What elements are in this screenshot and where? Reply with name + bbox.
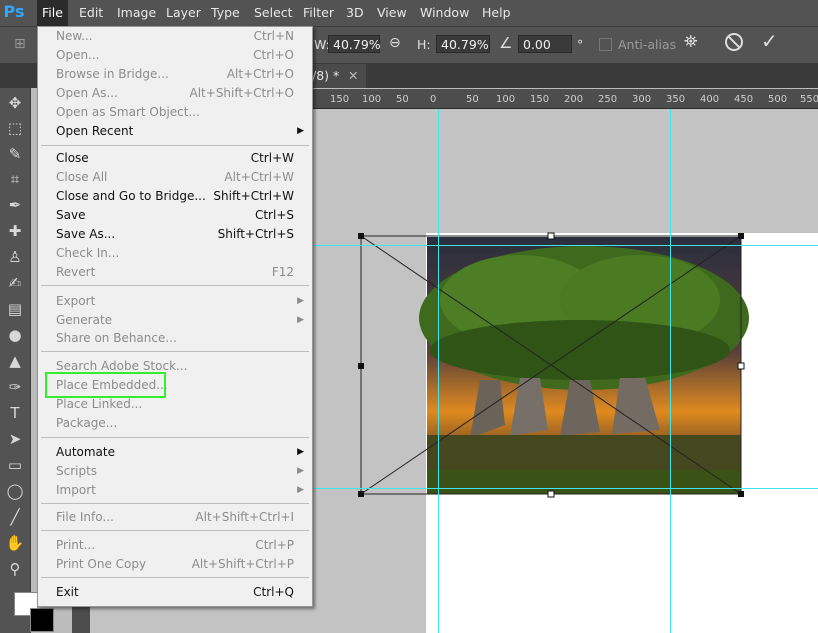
menu-item-shortcut: Shift+Ctrl+S (217, 227, 294, 241)
menu-item-close-all[interactable]: Close All Alt+Ctrl+W (38, 168, 312, 187)
menu-item-share-on-behance[interactable]: Share on Behance... (38, 329, 312, 348)
file-menu-dropdown: New... Ctrl+N Open... Ctrl+O Browse in Bri… (37, 26, 313, 607)
menu-item-shortcut: Shift+Ctrl+W (213, 189, 294, 203)
menu-item-label: Generate (56, 313, 113, 327)
menu-item-shortcut: Ctrl+S (254, 208, 294, 222)
menu-item-close-and-go-to-bridge[interactable]: Close and Go to Bridge... Shift+Ctrl+W (38, 187, 312, 206)
menu-item-revert[interactable]: Revert F12 (38, 263, 312, 282)
menu-separator (41, 577, 309, 578)
menu-item-browse-in-bridge[interactable]: Browse in Bridge... Alt+Ctrl+O (38, 65, 312, 84)
menu-item-shortcut: Ctrl+Q (253, 585, 294, 599)
menu-item-check-in[interactable]: Check In... (38, 244, 312, 263)
menu-item-label: Share on Behance... (56, 331, 177, 345)
menu-item-label: Open... (56, 48, 100, 62)
menu-item-label: File Info... (56, 510, 114, 524)
menu-item-shortcut: Alt+Shift+Ctrl+O (189, 86, 294, 100)
menu-item-open-as[interactable]: Open As... Alt+Shift+Ctrl+O (38, 84, 312, 103)
menu-separator (41, 351, 309, 352)
menu-item-open[interactable]: Open... Ctrl+O (38, 46, 312, 65)
menu-item-label: Close (56, 151, 89, 165)
menu-item-shortcut: Alt+Ctrl+W (224, 170, 294, 184)
menu-separator (41, 503, 309, 504)
submenu-arrow-icon: ▶ (297, 447, 304, 457)
menu-item-new[interactable]: New... Ctrl+N (38, 27, 312, 46)
menu-separator (41, 530, 309, 531)
guide-line[interactable] (311, 245, 818, 246)
menu-item-shortcut: Alt+Shift+Ctrl+I (195, 510, 294, 524)
menu-item-package[interactable]: Package... (38, 414, 312, 433)
menu-item-label: New... (56, 29, 93, 43)
menu-item-label: Browse in Bridge... (56, 67, 169, 81)
menu-item-shortcut: Ctrl+N (253, 29, 294, 43)
submenu-arrow-icon: ▶ (297, 315, 304, 325)
menu-item-open-as-smart-object[interactable]: Open as Smart Object... (38, 103, 312, 122)
tree-photo (419, 237, 749, 494)
menu-item-shortcut: Alt+Shift+Ctrl+P (191, 557, 294, 571)
menu-item-label: Package... (56, 416, 118, 430)
guide-line[interactable] (670, 109, 671, 633)
submenu-arrow-icon: ▶ (297, 485, 304, 495)
menu-item-file-info[interactable]: File Info... Alt+Shift+Ctrl+I (38, 508, 312, 527)
menu-item-label: Print... (56, 538, 96, 552)
menu-item-generate[interactable]: Generate ▶ (38, 311, 312, 330)
menu-item-save-as[interactable]: Save As... Shift+Ctrl+S (38, 225, 312, 244)
menu-item-export[interactable]: Export ▶ (38, 292, 312, 311)
menu-item-shortcut: F12 (271, 265, 294, 279)
submenu-arrow-icon: ▶ (297, 126, 304, 136)
menu-item-exit[interactable]: Exit Ctrl+Q (38, 583, 312, 602)
menu-item-shortcut: Ctrl+O (253, 48, 294, 62)
guide-line[interactable] (438, 109, 439, 633)
submenu-arrow-icon: ▶ (297, 296, 304, 306)
menu-item-label: Open As... (56, 86, 118, 100)
menu-item-label: Check In... (56, 246, 120, 260)
menu-item-save[interactable]: Save Ctrl+S (38, 206, 312, 225)
menu-item-import[interactable]: Import ▶ (38, 481, 312, 500)
guide-line[interactable] (311, 488, 818, 489)
menu-item-label: Revert (56, 265, 96, 279)
menu-item-print-one-copy[interactable]: Print One Copy Alt+Shift+Ctrl+P (38, 555, 312, 574)
menu-item-label: Save As... (56, 227, 116, 241)
menu-item-scripts[interactable]: Scripts ▶ (38, 462, 312, 481)
menu-separator (41, 437, 309, 438)
menu-separator (41, 285, 309, 286)
menu-item-shortcut: Ctrl+P (255, 538, 294, 552)
menu-item-automate[interactable]: Automate ▶ (38, 443, 312, 462)
menu-item-label: Close and Go to Bridge... (56, 189, 206, 203)
menu-item-print[interactable]: Print... Ctrl+P (38, 536, 312, 555)
menu-item-shortcut: Ctrl+W (250, 151, 294, 165)
menu-item-label: Import (56, 483, 96, 497)
submenu-arrow-icon: ▶ (297, 466, 304, 476)
menu-item-shortcut: Alt+Ctrl+O (226, 67, 294, 81)
menu-separator (41, 145, 309, 146)
menu-item-label: Close All (56, 170, 108, 184)
menu-item-open-recent[interactable]: Open Recent ▶ (38, 122, 312, 141)
menu-item-label: Save (56, 208, 86, 222)
menu-item-label: Print One Copy (56, 557, 147, 571)
menu-item-close[interactable]: Close Ctrl+W (38, 149, 312, 168)
menu-item-label: Export (56, 294, 96, 308)
place-embedded-highlight (45, 372, 166, 398)
menu-item-label: Automate (56, 445, 115, 459)
menu-item-label: Scripts (56, 464, 98, 478)
menu-item-label: Open Recent (56, 124, 134, 138)
menu-item-label: Open as Smart Object... (56, 105, 200, 119)
menu-item-label: Exit (56, 585, 79, 599)
